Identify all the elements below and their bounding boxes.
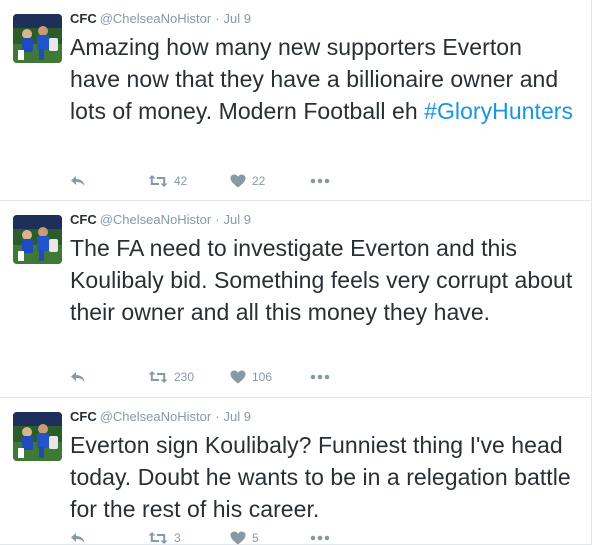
like-button[interactable]: 22 (230, 174, 310, 188)
reply-button[interactable] (70, 370, 148, 384)
reply-icon (70, 370, 86, 384)
author-name[interactable]: CFC (70, 212, 97, 227)
tweet-timestamp[interactable]: Jul 9 (224, 409, 251, 424)
like-button[interactable]: 106 (230, 370, 310, 384)
tweet-body: The FA need to investigate Everton and t… (70, 235, 573, 325)
hashtag-link[interactable]: #GloryHunters (424, 98, 573, 124)
heart-icon (230, 174, 246, 188)
reply-button[interactable] (70, 531, 148, 545)
retweet-count: 3 (174, 531, 181, 545)
tweet-header: CFC @ChelseaNoHistor · Jul 9 (70, 10, 575, 28)
like-count: 106 (252, 370, 273, 384)
reply-button[interactable] (70, 174, 148, 188)
tweet-actions: 3 5 (70, 528, 330, 545)
tweet-text: Everton sign Koulibaly? Funniest thing I… (70, 429, 575, 525)
like-button[interactable]: 5 (230, 531, 310, 545)
retweet-button[interactable]: 230 (148, 370, 230, 384)
reply-icon (70, 174, 86, 188)
tweet-header: CFC @ChelseaNoHistor · Jul 9 (70, 211, 575, 229)
retweet-count: 230 (174, 370, 195, 384)
tweet-text: The FA need to investigate Everton and t… (70, 232, 575, 328)
more-dots-icon (310, 535, 330, 541)
tweet-timestamp[interactable]: Jul 9 (224, 212, 251, 227)
separator-dot: · (215, 409, 220, 424)
more-button[interactable] (310, 178, 330, 184)
heart-icon (230, 370, 246, 384)
avatar[interactable] (13, 215, 62, 264)
tweet-actions: 42 22 (70, 171, 330, 191)
tweet-header: CFC @ChelseaNoHistor · Jul 9 (70, 408, 575, 426)
retweet-button[interactable]: 3 (148, 531, 230, 545)
avatar[interactable] (13, 14, 62, 63)
author-name[interactable]: CFC (70, 409, 97, 424)
avatar[interactable] (13, 412, 62, 461)
tweet[interactable]: CFC @ChelseaNoHistor · Jul 9 The FA need to… (0, 201, 591, 398)
author-handle[interactable]: @ChelseaNoHistor (100, 212, 211, 227)
like-count: 5 (252, 531, 259, 545)
tweet[interactable]: CFC @ChelseaNoHistor · Jul 9 Everton sign K… (0, 398, 591, 545)
tweet-timestamp[interactable]: Jul 9 (224, 11, 251, 26)
tweet-body: Everton sign Koulibaly? Funniest thing I… (70, 432, 571, 522)
heart-icon (230, 531, 246, 545)
tweet-actions: 230 106 (70, 367, 330, 387)
separator-dot: · (215, 212, 220, 227)
more-button[interactable] (310, 535, 330, 541)
retweet-icon (148, 174, 168, 188)
retweet-count: 42 (174, 174, 188, 188)
tweet[interactable]: CFC @ChelseaNoHistor · Jul 9 Amazing how ma… (0, 0, 591, 201)
more-dots-icon (310, 374, 330, 380)
more-button[interactable] (310, 374, 330, 380)
more-dots-icon (310, 178, 330, 184)
retweet-button[interactable]: 42 (148, 174, 230, 188)
separator-dot: · (215, 11, 220, 26)
tweet-text: Amazing how many new supporters Everton … (70, 31, 575, 127)
timeline: CFC @ChelseaNoHistor · Jul 9 Amazing how ma… (0, 0, 592, 545)
retweet-icon (148, 531, 168, 545)
reply-icon (70, 531, 86, 545)
author-name[interactable]: CFC (70, 11, 97, 26)
retweet-icon (148, 370, 168, 384)
author-handle[interactable]: @ChelseaNoHistor (100, 409, 211, 424)
author-handle[interactable]: @ChelseaNoHistor (100, 11, 211, 26)
like-count: 22 (252, 174, 266, 188)
